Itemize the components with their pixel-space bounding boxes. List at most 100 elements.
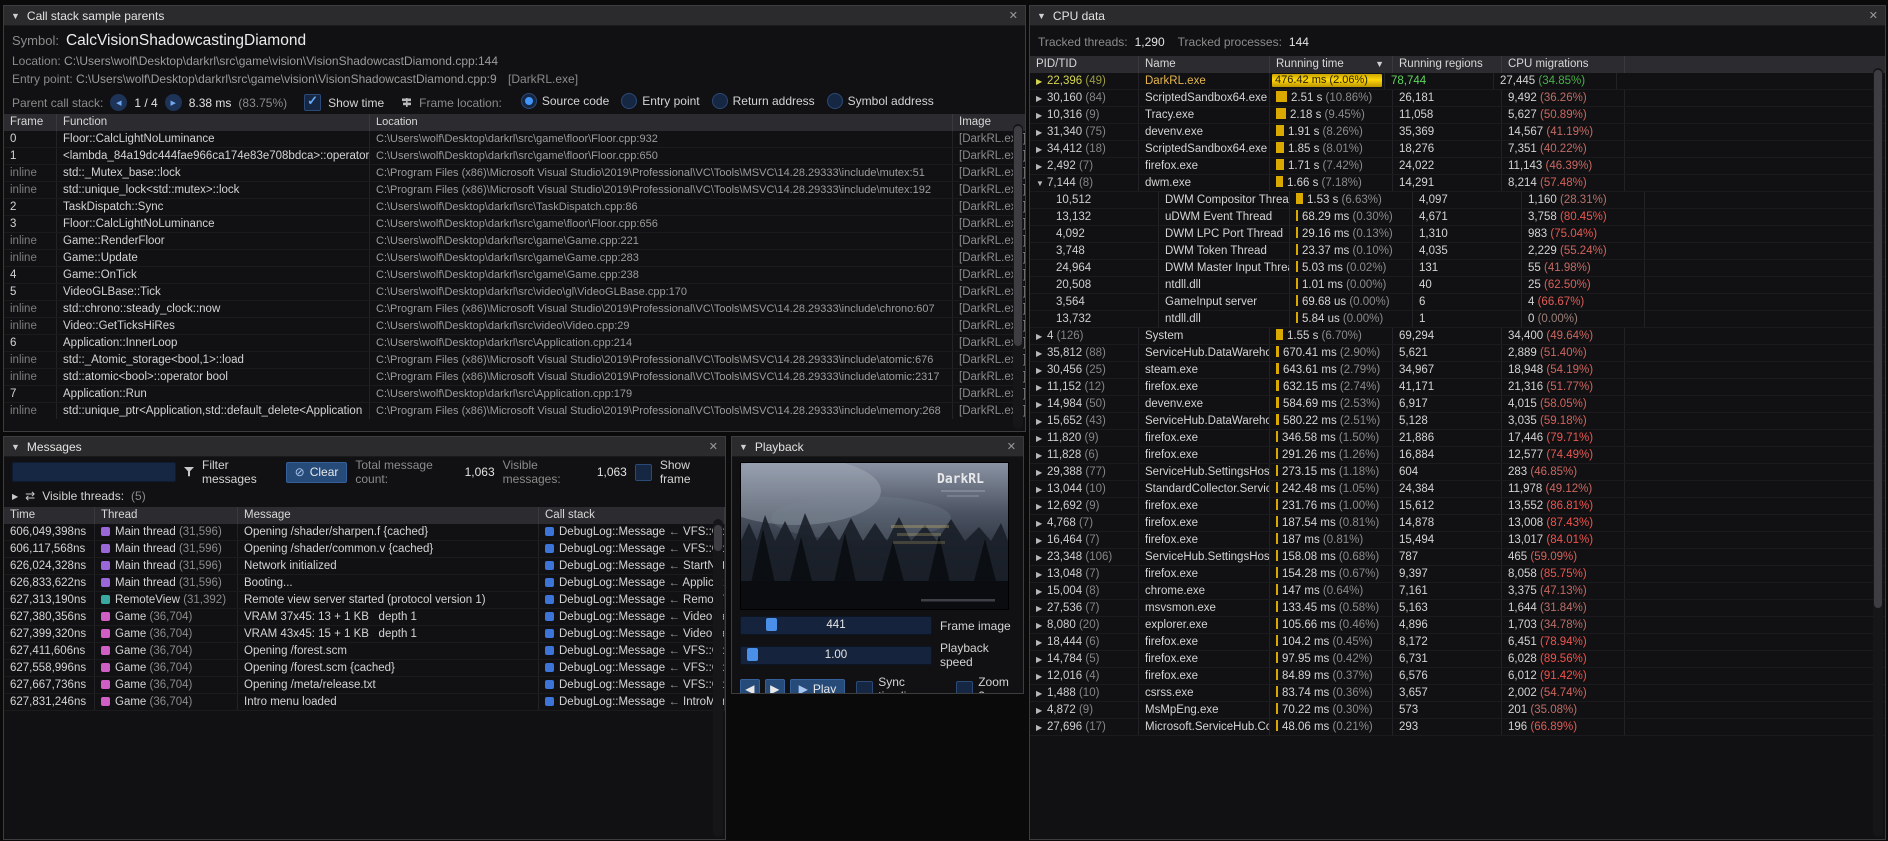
callstack-frame-row[interactable]: inlinestd::_Atomic_storage<bool,1>::load… xyxy=(4,352,1025,369)
play-button[interactable]: ▶ Play xyxy=(790,679,846,695)
expand-icon[interactable]: ▶ xyxy=(1036,618,1047,633)
message-row[interactable]: 626,833,622nsMain thread (31,596)Booting… xyxy=(4,575,725,592)
column-header-message[interactable]: Message xyxy=(238,507,539,524)
cpu-process-row[interactable]: ▶14,984 (50)devenv.exe584.69 ms (2.53%)6… xyxy=(1030,396,1885,413)
message-callstack-cell[interactable]: DebugLog::Message ← Application: xyxy=(539,575,725,591)
expand-icon[interactable]: ▶ xyxy=(1036,720,1047,735)
show-time-checkbox[interactable] xyxy=(304,94,321,111)
message-callstack-cell[interactable]: DebugLog::Message ← VFS::Open xyxy=(539,541,725,557)
close-icon[interactable]: ✕ xyxy=(709,440,718,453)
cpu-process-row[interactable]: ▶23,348 (106)ServiceHub.SettingsHost158.… xyxy=(1030,549,1885,566)
expand-icon[interactable]: ▶ xyxy=(1036,516,1047,531)
cpu-process-row[interactable]: ▶14,784 (5)firefox.exe97.95 ms (0.42%)6,… xyxy=(1030,651,1885,668)
expand-icon[interactable]: ▶ xyxy=(1036,108,1047,123)
radio-entry-point[interactable]: Entry point xyxy=(621,93,699,109)
message-callstack-cell[interactable]: DebugLog::Message ← VFS::Open xyxy=(539,524,725,540)
column-header-function[interactable]: Function xyxy=(57,114,370,131)
cpu-process-row[interactable]: ▶12,016 (4)firefox.exe84.89 ms (0.37%)6,… xyxy=(1030,668,1885,685)
callstack-frame-row[interactable]: 0Floor::CalcLightNoLuminanceC:\Users\wol… xyxy=(4,131,1025,148)
frame-slider[interactable]: 441 xyxy=(740,616,932,635)
callstack-frame-row[interactable]: inlineGame::RenderFloorC:\Users\wolf\Des… xyxy=(4,233,1025,250)
column-header-pid-tid[interactable]: PID/TID xyxy=(1030,56,1139,73)
message-callstack-cell[interactable]: DebugLog::Message ← VFS::Open: xyxy=(539,677,725,693)
expand-icon[interactable]: ▶ xyxy=(1036,533,1047,548)
expand-icon[interactable]: ▶ xyxy=(1036,142,1047,157)
column-header-thread[interactable]: Thread xyxy=(95,507,238,524)
callstack-frame-row[interactable]: inlinestd::atomic<bool>::operator boolC:… xyxy=(4,369,1025,386)
show-frame-checkbox[interactable] xyxy=(635,464,652,481)
message-row[interactable]: 626,024,328nsMain thread (31,596)Network… xyxy=(4,558,725,575)
expand-icon[interactable]: ▶ xyxy=(12,492,18,501)
cpu-process-row[interactable]: ▶4 (126)System1.55 s (6.70%)69,29434,400… xyxy=(1030,328,1885,345)
expand-icon[interactable]: ▶ xyxy=(1036,159,1047,174)
message-row[interactable]: 606,117,568nsMain thread (31,596)Opening… xyxy=(4,541,725,558)
expand-icon[interactable]: ▶ xyxy=(1036,703,1047,718)
cpu-titlebar[interactable]: ▼ CPU data ✕ xyxy=(1030,6,1885,26)
cpu-process-row[interactable]: ▼7,144 (8)dwm.exe1.66 s (7.18%)14,2918,2… xyxy=(1030,175,1885,192)
cpu-process-row[interactable]: ▶34,412 (18)ScriptedSandbox64.exe1.85 s … xyxy=(1030,141,1885,158)
message-row[interactable]: 627,831,246nsGame (36,704)Intro menu loa… xyxy=(4,694,725,711)
message-row[interactable]: 627,667,736nsGame (36,704)Opening /meta/… xyxy=(4,677,725,694)
messages-titlebar[interactable]: ▼ Messages ✕ xyxy=(4,437,725,457)
scrollbar-thumb[interactable] xyxy=(1874,70,1882,608)
expand-icon[interactable]: ▶ xyxy=(1036,346,1047,361)
message-row[interactable]: 606,049,398nsMain thread (31,596)Opening… xyxy=(4,524,725,541)
visible-threads-row[interactable]: ▶ ⇄ Visible threads: (5) xyxy=(4,485,725,507)
cpu-process-row[interactable]: ▶31,340 (75)devenv.exe1.91 s (8.26%)35,3… xyxy=(1030,124,1885,141)
scrollbar-thumb[interactable] xyxy=(1014,126,1022,346)
callstack-frame-row[interactable]: inlinestd::unique_ptr<Application,std::d… xyxy=(4,403,1025,419)
cpu-process-row[interactable]: ▶30,456 (25)steam.exe643.61 ms (2.79%)34… xyxy=(1030,362,1885,379)
cpu-thread-row[interactable]: 20,508ntdll.dll1.01 ms (0.00%)4025 (62.5… xyxy=(1030,277,1885,294)
callstack-frame-row[interactable]: 4Game::OnTickC:\Users\wolf\Desktop\darkr… xyxy=(4,267,1025,284)
cpu-process-row[interactable]: ▶15,004 (8)chrome.exe147 ms (0.64%)7,161… xyxy=(1030,583,1885,600)
message-row[interactable]: 627,558,996nsGame (36,704)Opening /fores… xyxy=(4,660,725,677)
cpu-process-row[interactable]: ▶15,652 (43)ServiceHub.DataWarehou580.22… xyxy=(1030,413,1885,430)
close-icon[interactable]: ✕ xyxy=(1009,9,1018,22)
collapse-icon[interactable]: ▼ xyxy=(739,442,748,452)
column-header-running-time[interactable]: Running time▼ xyxy=(1270,56,1393,73)
cpu-process-row[interactable]: ▶35,812 (88)ServiceHub.DataWarehou670.41… xyxy=(1030,345,1885,362)
next-parent-button[interactable]: ▶ xyxy=(165,94,182,111)
message-row[interactable]: 627,411,606nsGame (36,704)Opening /fores… xyxy=(4,643,725,660)
expand-icon[interactable]: ▶ xyxy=(1036,686,1047,701)
sync-timeline-checkbox[interactable] xyxy=(856,681,873,695)
cpu-process-row[interactable]: ▶8,080 (20)explorer.exe105.66 ms (0.46%)… xyxy=(1030,617,1885,634)
expand-icon[interactable]: ▶ xyxy=(1036,567,1047,582)
expand-icon[interactable]: ▶ xyxy=(1036,465,1047,480)
radio-symbol-address[interactable]: Symbol address xyxy=(827,93,934,109)
cpu-process-row[interactable]: ▶11,828 (6)firefox.exe291.26 ms (1.26%)1… xyxy=(1030,447,1885,464)
column-header-running-regions[interactable]: Running regions xyxy=(1393,56,1502,73)
cpu-process-row[interactable]: ▶2,492 (7)firefox.exe1.71 s (7.42%)24,02… xyxy=(1030,158,1885,175)
cpu-thread-row[interactable]: 10,512DWM Compositor Thread1.53 s (6.63%… xyxy=(1030,192,1885,209)
expand-icon[interactable]: ▶ xyxy=(1036,414,1047,429)
cpu-process-row[interactable]: ▶10,316 (9)Tracy.exe2.18 s (9.45%)11,058… xyxy=(1030,107,1885,124)
expand-icon[interactable]: ▶ xyxy=(1036,601,1047,616)
expand-icon[interactable]: ▶ xyxy=(1036,74,1047,89)
callstack-frame-row[interactable]: inlinestd::unique_lock<std::mutex>::lock… xyxy=(4,182,1025,199)
expand-icon[interactable]: ▶ xyxy=(1036,669,1047,684)
cpu-thread-row[interactable]: 24,964DWM Master Input Thread5.03 ms (0.… xyxy=(1030,260,1885,277)
zoom-2x-checkbox[interactable] xyxy=(956,681,973,695)
message-row[interactable]: 627,313,190nsRemoteView (31,392)Remote v… xyxy=(4,592,725,609)
expand-icon[interactable]: ▶ xyxy=(1036,652,1047,667)
cpu-process-row[interactable]: ▶11,152 (12)firefox.exe632.15 ms (2.74%)… xyxy=(1030,379,1885,396)
message-callstack-cell[interactable]: DebugLog::Message ← StartNetwo xyxy=(539,558,725,574)
column-header-callstack[interactable]: Call stack xyxy=(539,507,725,524)
callstack-titlebar[interactable]: ▼ Call stack sample parents ✕ xyxy=(4,6,1025,26)
scrollbar-thumb[interactable] xyxy=(714,525,722,551)
column-header-frame[interactable]: Frame xyxy=(4,114,57,131)
message-callstack-cell[interactable]: DebugLog::Message ← VFS::Open: xyxy=(539,660,725,676)
cpu-thread-row[interactable]: 4,092DWM LPC Port Thread29.16 ms (0.13%)… xyxy=(1030,226,1885,243)
message-callstack-cell[interactable]: DebugLog::Message ← VideoMemo xyxy=(539,626,725,642)
cpu-thread-row[interactable]: 13,132uDWM Event Thread68.29 ms (0.30%)4… xyxy=(1030,209,1885,226)
collapse-icon[interactable]: ▼ xyxy=(11,11,20,21)
clear-button[interactable]: ⊘ Clear xyxy=(286,462,348,483)
callstack-frame-row[interactable]: inlinestd::chrono::steady_clock::nowC:\P… xyxy=(4,301,1025,318)
playback-speed-slider[interactable]: 1.00 xyxy=(740,646,932,665)
message-callstack-cell[interactable]: DebugLog::Message ← VideoMemo xyxy=(539,609,725,625)
message-callstack-cell[interactable]: DebugLog::Message ← VFS::Open: xyxy=(539,643,725,659)
callstack-frame-row[interactable]: inlineGame::UpdateC:\Users\wolf\Desktop\… xyxy=(4,250,1025,267)
message-callstack-cell[interactable]: DebugLog::Message ← IntroMenu:: xyxy=(539,694,725,710)
radio-return-address[interactable]: Return address xyxy=(712,93,815,109)
callstack-frame-row[interactable]: 6Application::InnerLoopC:\Users\wolf\Des… xyxy=(4,335,1025,352)
